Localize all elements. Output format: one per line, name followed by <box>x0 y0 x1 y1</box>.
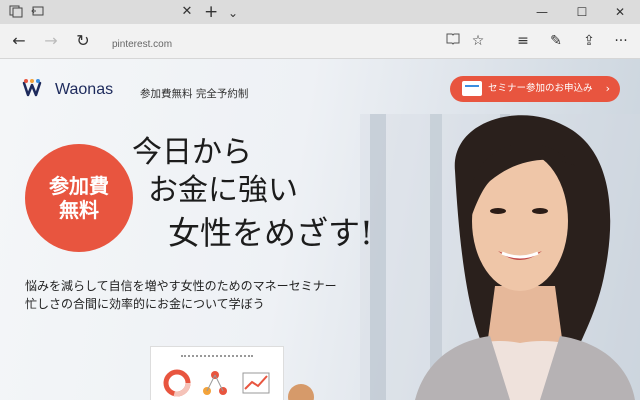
mail-icon <box>462 81 482 96</box>
subcopy-line: 悩みを減らして自信を増やす女性のためのマネーセミナー <box>25 279 337 293</box>
headline-line: 女性をめざす! <box>168 214 373 252</box>
browser-toolbar: ← → ↻ pinterest.com ☆ ≡ ✎ ⇪ ··· <box>0 24 640 59</box>
subcopy-line: 忙しさの合間に効率的にお金について学ぼう <box>25 297 265 311</box>
chevron-right-icon: › <box>605 82 610 95</box>
hero-woman-photo <box>415 115 635 400</box>
tab-strip: ✕ + ⌄ — ☐ ✕ <box>0 0 640 24</box>
site-logo-text[interactable]: Waonas <box>55 81 113 99</box>
more-icon[interactable]: ··· <box>610 30 632 52</box>
site-header: Waonas 参加費無料 完全予約制 セミナー参加のお申込み › <box>0 59 640 111</box>
chart-illustrations-icon <box>163 369 270 397</box>
free-badge: 参加費 無料 <box>25 144 133 252</box>
hub-icon[interactable]: ≡ <box>512 30 534 52</box>
chevron-down-icon[interactable]: ⌄ <box>228 2 238 24</box>
webpage: Waonas 参加費無料 完全予約制 セミナー参加のお申込み › 参加費 無料 … <box>0 59 640 400</box>
minimize-icon[interactable]: — <box>522 0 562 24</box>
share-icon[interactable]: ⇪ <box>578 30 600 52</box>
forward-arrow-icon[interactable]: → <box>40 30 62 52</box>
site-tagline: 参加費無料 完全予約制 <box>140 88 249 100</box>
maximize-icon[interactable]: ☐ <box>562 0 602 24</box>
headline-line: 今日から <box>132 135 252 170</box>
address-bar[interactable]: pinterest.com <box>112 32 432 50</box>
close-window-icon[interactable]: ✕ <box>600 0 640 24</box>
refresh-icon[interactable]: ↻ <box>72 30 94 52</box>
seminar-signup-button[interactable]: セミナー参加のお申込み › <box>450 76 620 102</box>
hero-subcopy: 悩みを減らして自信を増やす女性のためのマネーセミナー 忙しさの合間に効率的にお金… <box>25 277 337 313</box>
web-note-icon[interactable]: ✎ <box>545 30 567 52</box>
waonas-logo-icon[interactable] <box>22 79 48 103</box>
reading-view-icon[interactable] <box>442 30 464 52</box>
new-tab-icon[interactable]: + <box>204 1 218 23</box>
close-tab-icon[interactable]: ✕ <box>179 3 195 21</box>
url-text: pinterest.com <box>112 39 173 50</box>
divider <box>181 355 253 357</box>
cta-label: セミナー参加のお申込み <box>488 83 593 94</box>
illustration-card <box>150 346 284 400</box>
badge-line: 無料 <box>59 198 99 222</box>
tabs-aside-icon[interactable] <box>30 4 46 20</box>
headline-line: お金に強い <box>148 173 298 208</box>
tab-preview-icon[interactable] <box>8 4 24 20</box>
favorite-star-icon[interactable]: ☆ <box>467 30 489 52</box>
badge-line: 参加費 <box>49 174 109 198</box>
back-arrow-icon[interactable]: ← <box>8 30 30 52</box>
person-illustration-icon <box>288 384 314 400</box>
